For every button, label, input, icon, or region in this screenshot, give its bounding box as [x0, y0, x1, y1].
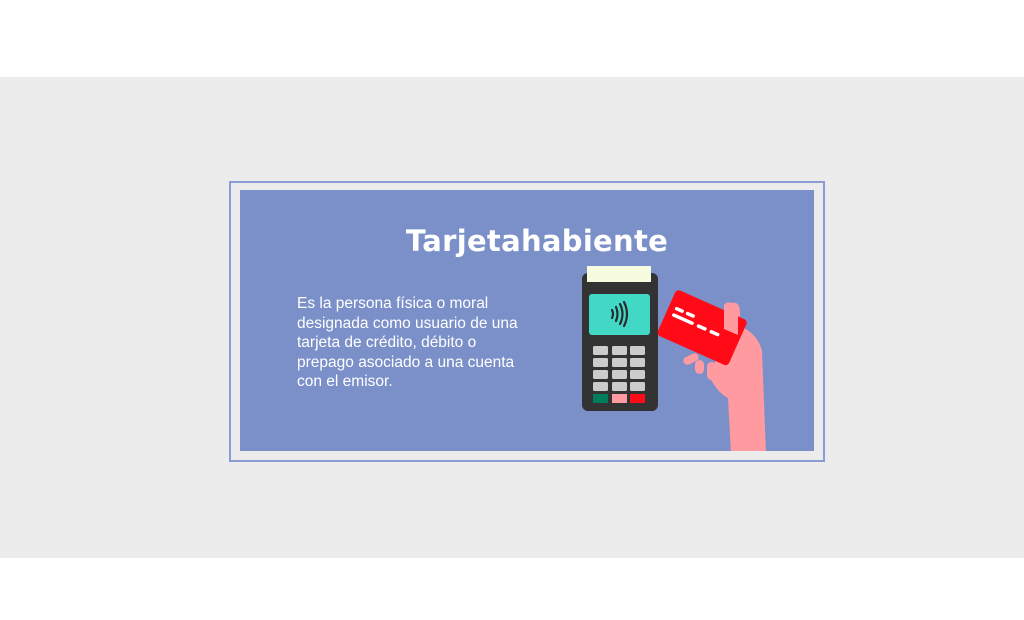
payment-terminal-contactless-card-icon	[582, 266, 766, 451]
cancel-key	[630, 394, 645, 403]
slide-panel: Tarjetahabiente Es la persona física o m…	[240, 190, 814, 451]
confirm-key	[593, 394, 608, 403]
terminal-screen	[589, 294, 650, 335]
clear-key	[612, 394, 627, 403]
